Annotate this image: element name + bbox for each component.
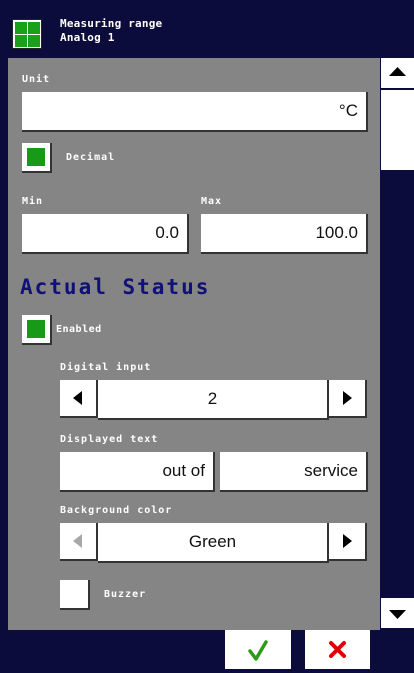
- background-color-prev-button[interactable]: [60, 523, 98, 561]
- arrow-left-icon: [73, 534, 82, 548]
- arrow-down-icon: [389, 610, 406, 619]
- arrow-right-icon: [343, 534, 352, 548]
- buzzer-label: Buzzer: [104, 589, 147, 600]
- window-subtitle: Analog 1: [60, 31, 115, 44]
- window-title: Measuring range: [60, 17, 163, 30]
- background-color-field[interactable]: Green: [98, 523, 329, 563]
- arrow-right-icon: [343, 391, 352, 405]
- displayed-text-field-1[interactable]: out of: [60, 452, 215, 492]
- enabled-checkbox[interactable]: [22, 315, 52, 345]
- cancel-button[interactable]: [305, 630, 370, 669]
- background-color-next-button[interactable]: [329, 523, 367, 561]
- scroll-up-button[interactable]: [381, 58, 414, 88]
- digital-input-next-button[interactable]: [329, 380, 367, 418]
- digital-input-field[interactable]: 2: [98, 380, 329, 420]
- checkmark-icon: [248, 640, 268, 661]
- arrow-left-icon: [73, 391, 82, 405]
- check-mark: [27, 320, 45, 338]
- min-label: Min: [22, 196, 44, 207]
- min-field[interactable]: 0.0: [22, 214, 189, 254]
- decimal-checkbox[interactable]: [22, 143, 52, 173]
- enabled-label: Enabled: [56, 324, 102, 335]
- max-label: Max: [201, 196, 223, 207]
- digital-input-prev-button[interactable]: [60, 380, 98, 418]
- scroll-thumb[interactable]: [381, 90, 414, 170]
- close-icon: [329, 641, 346, 658]
- actual-status-heading: Actual Status: [20, 275, 211, 299]
- scroll-down-button[interactable]: [381, 598, 414, 628]
- displayed-text-label: Displayed text: [60, 434, 159, 445]
- displayed-text-field-2[interactable]: service: [220, 452, 368, 492]
- background-color-label: Background color: [60, 505, 173, 516]
- unit-label: Unit: [22, 74, 51, 85]
- max-field[interactable]: 100.0: [201, 214, 368, 254]
- check-mark: [27, 148, 45, 166]
- buzzer-checkbox[interactable]: [60, 580, 90, 610]
- unit-field[interactable]: °C: [22, 92, 368, 132]
- grid-app-icon: [12, 19, 42, 49]
- confirm-button[interactable]: [225, 630, 291, 669]
- digital-input-label: Digital input: [60, 362, 152, 373]
- arrow-up-icon: [389, 67, 406, 76]
- decimal-label: Decimal: [66, 152, 116, 163]
